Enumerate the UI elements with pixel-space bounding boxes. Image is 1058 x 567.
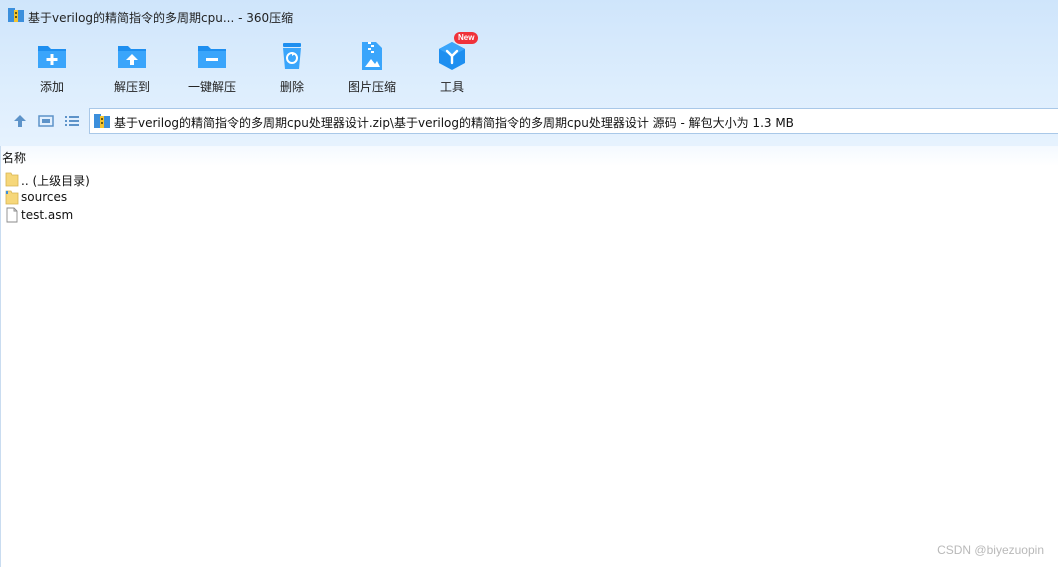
up-arrow-icon[interactable] bbox=[11, 113, 29, 129]
list-item[interactable]: .. (上级目录) bbox=[1, 170, 301, 188]
delete-label: 删除 bbox=[279, 80, 304, 94]
archive-file-icon bbox=[94, 114, 110, 128]
watermark: CSDN @biyezuopin bbox=[937, 543, 1044, 557]
recycle-bin-icon bbox=[283, 43, 301, 69]
column-name-label: 名称 bbox=[2, 151, 27, 165]
navigation-row: 基于verilog的精简指令的多周期cpu处理器设计.zip\基于verilog… bbox=[0, 106, 1058, 136]
add-folder-icon bbox=[38, 46, 66, 68]
delete-button[interactable]: 删除 bbox=[252, 34, 332, 98]
thumbnail-view-icon[interactable] bbox=[37, 113, 55, 129]
tools-cube-icon bbox=[439, 42, 465, 70]
image-compress-label: 图片压缩 bbox=[347, 80, 396, 94]
image-compress-button[interactable]: 图片压缩 bbox=[332, 34, 412, 98]
extract-to-button[interactable]: 解压到 bbox=[92, 34, 172, 98]
tools-button[interactable]: 工具 bbox=[412, 34, 492, 98]
file-icon bbox=[6, 207, 18, 223]
address-bar[interactable]: 基于verilog的精简指令的多周期cpu处理器设计.zip\基于verilog… bbox=[89, 108, 1058, 134]
add-button[interactable]: 添加 bbox=[12, 34, 92, 98]
toolbar: 添加 解压到 一键解压 删除 图片压缩 工具 New bbox=[0, 32, 1058, 98]
list-item[interactable]: test.asm bbox=[1, 206, 301, 224]
top-panel: 基于verilog的精简指令的多周期cpu... - 360压缩 添加 解压到 bbox=[0, 0, 1058, 146]
one-click-extract-button[interactable]: 一键解压 bbox=[172, 34, 252, 98]
tools-label: 工具 bbox=[439, 80, 464, 94]
list-item[interactable]: sources bbox=[1, 188, 301, 206]
add-label: 添加 bbox=[39, 80, 64, 94]
column-header-name[interactable]: 名称 bbox=[1, 146, 1058, 166]
archive-app-icon bbox=[8, 8, 24, 22]
window-title: 基于verilog的精简指令的多周期cpu... - 360压缩 bbox=[28, 11, 294, 25]
folder-icon bbox=[5, 172, 19, 187]
extract-to-icon bbox=[118, 46, 146, 68]
image-compress-icon bbox=[362, 42, 382, 70]
title-bar: 基于verilog的精简指令的多周期cpu... - 360压缩 bbox=[0, 0, 1058, 30]
one-click-extract-label: 一键解压 bbox=[187, 80, 236, 94]
list-view-icon[interactable] bbox=[63, 113, 81, 129]
list-item-name: test.asm bbox=[21, 208, 74, 222]
file-list: 名称 .. (上级目录) sources test.asm bbox=[0, 146, 1058, 567]
list-item-name: .. (上级目录) bbox=[21, 174, 90, 188]
address-path: 基于verilog的精简指令的多周期cpu处理器设计.zip\基于verilog… bbox=[114, 116, 794, 130]
folder-icon bbox=[5, 190, 19, 205]
one-click-extract-icon bbox=[198, 46, 226, 68]
list-item-name: sources bbox=[21, 190, 68, 204]
new-badge: New bbox=[454, 32, 479, 44]
extract-to-label: 解压到 bbox=[113, 80, 150, 94]
